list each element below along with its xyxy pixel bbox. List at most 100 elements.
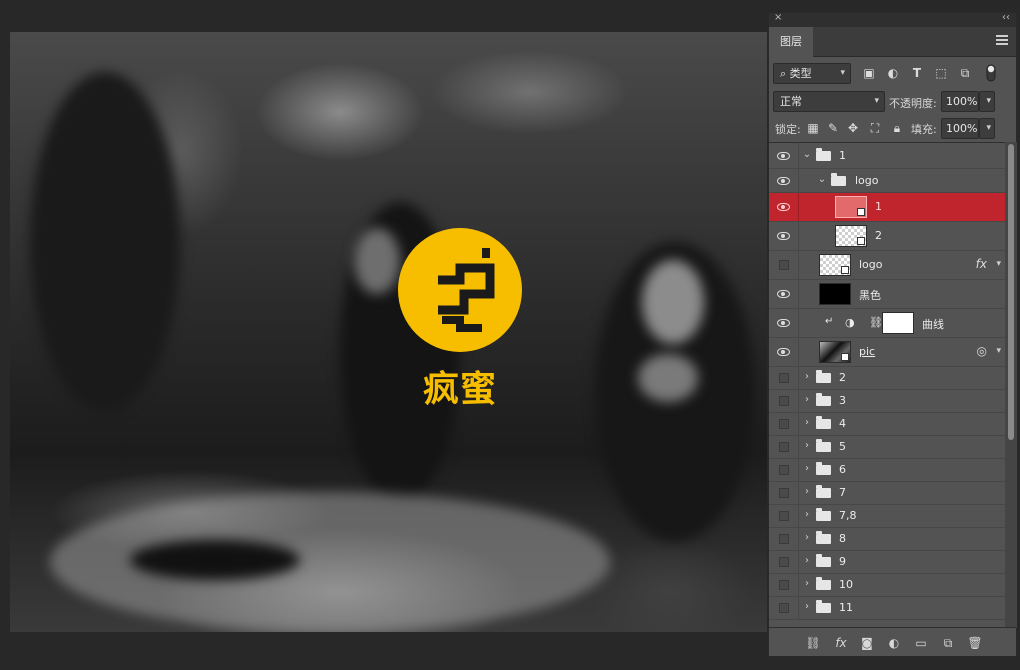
link-icon[interactable]: ⛓ [869, 316, 883, 329]
delete-layer-icon[interactable]: 🗑︎ [967, 635, 983, 651]
expand-arrow-icon[interactable]: › [802, 463, 812, 474]
expand-arrow-icon[interactable]: ⌄ [817, 174, 827, 185]
visibility-toggle[interactable] [769, 222, 799, 250]
fill-slider-toggle[interactable]: ▾ [979, 118, 995, 139]
filter-type-icon[interactable]: T [909, 65, 925, 81]
layer-name: 3 [839, 394, 846, 407]
document-canvas[interactable]: 疯蜜 [10, 32, 767, 632]
expand-arrow-icon[interactable]: › [802, 555, 812, 566]
layer-row[interactable]: pic ◎ ▾ [769, 338, 1005, 367]
visibility-toggle[interactable] [769, 390, 799, 412]
new-layer-icon[interactable]: ⧉ [940, 635, 956, 651]
visibility-toggle[interactable] [769, 597, 799, 619]
filter-toggle-icon[interactable] [983, 64, 999, 82]
layer-row[interactable]: ⌄ 1 [769, 143, 1005, 169]
panel-menu-icon[interactable] [996, 35, 1008, 45]
filter-adjustment-icon[interactable]: ◐ [885, 65, 901, 81]
expand-arrow-icon[interactable]: › [802, 486, 812, 497]
visibility-toggle[interactable] [769, 436, 799, 458]
close-icon[interactable]: × [774, 12, 782, 23]
layer-row[interactable]: › 7 [769, 482, 1005, 505]
layers-scrollbar[interactable] [1005, 142, 1017, 628]
layer-row[interactable]: 黑色 [769, 280, 1005, 309]
collapse-icon[interactable]: ‹‹ [1002, 12, 1010, 23]
visibility-toggle[interactable] [769, 505, 799, 527]
fill-input[interactable]: 100% [941, 118, 979, 139]
filter-shape-icon[interactable]: ⬚ [933, 65, 949, 81]
scrollbar-thumb[interactable] [1008, 144, 1014, 440]
chevron-down-icon[interactable]: ▾ [996, 259, 1001, 269]
visibility-toggle[interactable] [769, 338, 799, 366]
layer-row[interactable]: › 2 [769, 367, 1005, 390]
lock-artboard-icon[interactable]: ⛶ [867, 120, 883, 136]
expand-arrow-icon[interactable]: ⌄ [802, 149, 812, 160]
visibility-toggle[interactable] [769, 551, 799, 573]
blend-mode-dropdown[interactable]: 正常 ▾ [773, 91, 885, 112]
layer-row[interactable]: › 6 [769, 459, 1005, 482]
layer-row[interactable]: ↵ ◑ ⛓ 曲线 [769, 309, 1005, 338]
visibility-toggle[interactable] [769, 193, 799, 221]
lock-transparent-icon[interactable]: ▦ [805, 120, 821, 136]
add-mask-icon[interactable]: ◙ [859, 635, 875, 651]
adjustment-curves-icon: ◑ [845, 316, 855, 329]
fx-icon[interactable]: fx [976, 257, 987, 271]
layer-row[interactable]: 2 [769, 222, 1005, 251]
visibility-toggle[interactable] [769, 251, 799, 279]
visibility-toggle[interactable] [769, 367, 799, 389]
opacity-slider-toggle[interactable]: ▾ [979, 91, 995, 112]
eye-icon [777, 348, 790, 356]
new-group-icon[interactable]: ▭ [913, 635, 929, 651]
layer-row[interactable]: › 5 [769, 436, 1005, 459]
hidden-box-icon [779, 442, 789, 452]
expand-arrow-icon[interactable]: › [802, 371, 812, 382]
expand-arrow-icon[interactable]: › [802, 394, 812, 405]
expand-arrow-icon[interactable]: › [802, 578, 812, 589]
layer-row[interactable]: logo fx ▾ [769, 251, 1005, 280]
layer-row[interactable]: › 8 [769, 528, 1005, 551]
layer-name: pic [859, 345, 876, 358]
lock-position-icon[interactable]: ✥ [845, 120, 861, 136]
layer-row[interactable]: › 9 [769, 551, 1005, 574]
visibility-toggle[interactable] [769, 413, 799, 435]
expand-arrow-icon[interactable]: › [802, 601, 812, 612]
filter-kind-dropdown[interactable]: ⌕ 类型 ▾ [773, 63, 851, 84]
visibility-toggle[interactable] [769, 574, 799, 596]
logo-wordmark: 疯蜜 [422, 369, 497, 410]
expand-arrow-icon[interactable]: › [802, 440, 812, 451]
link-layers-icon[interactable]: ⛓ [805, 635, 821, 651]
lock-all-icon[interactable]: 🔒︎ [889, 120, 905, 136]
layer-row[interactable]: › 3 [769, 390, 1005, 413]
tab-layers[interactable]: 图层 [769, 27, 813, 57]
layer-name: logo [859, 258, 883, 271]
visibility-toggle[interactable] [769, 482, 799, 504]
visibility-toggle[interactable] [769, 309, 799, 337]
expand-arrow-icon[interactable]: › [802, 509, 812, 520]
layer-row[interactable]: › 4 [769, 413, 1005, 436]
layer-row[interactable]: › 11 [769, 597, 1005, 620]
expand-arrow-icon[interactable]: › [802, 417, 812, 428]
opacity-input[interactable]: 100% [941, 91, 979, 112]
visibility-toggle[interactable] [769, 280, 799, 308]
eye-icon [777, 151, 790, 160]
eye-icon [777, 319, 790, 327]
add-style-icon[interactable]: fx [833, 635, 849, 651]
chevron-down-icon[interactable]: ▾ [996, 346, 1001, 356]
layer-row[interactable]: › 7,8 [769, 505, 1005, 528]
layer-mask-thumbnail[interactable] [882, 312, 914, 334]
visibility-toggle[interactable] [769, 143, 799, 168]
layer-name: 8 [839, 532, 846, 545]
lock-paint-icon[interactable]: ✎ [825, 120, 841, 136]
folder-icon [816, 554, 831, 567]
new-adjustment-icon[interactable]: ◐ [886, 635, 902, 651]
filter-smartobject-icon[interactable]: ⧉ [957, 65, 973, 81]
visibility-toggle[interactable] [769, 459, 799, 481]
filter-pixel-icon[interactable]: ▣ [861, 65, 877, 81]
visibility-toggle[interactable] [769, 528, 799, 550]
visibility-toggle[interactable] [769, 169, 799, 192]
folder-icon [816, 531, 831, 544]
layer-row[interactable]: ⌄ logo [769, 169, 1005, 193]
layer-row-selected[interactable]: 1 [769, 193, 1005, 222]
smart-filter-icon[interactable]: ◎ [977, 344, 987, 358]
layer-row[interactable]: › 10 [769, 574, 1005, 597]
expand-arrow-icon[interactable]: › [802, 532, 812, 543]
